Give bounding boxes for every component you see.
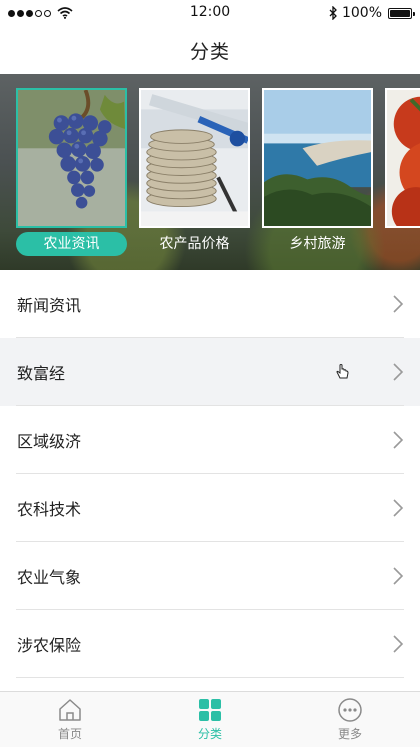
page-title: 分类 bbox=[189, 40, 230, 63]
card-commerce[interactable] bbox=[385, 88, 420, 228]
carousel-cards bbox=[16, 88, 420, 228]
grid-icon bbox=[199, 699, 221, 721]
status-bar: 12:00 100% bbox=[0, 0, 420, 26]
card-rural-tourism[interactable] bbox=[262, 88, 373, 228]
list-item-agri-tech[interactable]: 农科技术 bbox=[0, 474, 420, 542]
list-item-agri-insurance[interactable]: 涉农保险 bbox=[0, 610, 420, 678]
tab-label: 更多 bbox=[337, 727, 362, 741]
list-item-get-rich[interactable]: 致富经 bbox=[0, 338, 420, 406]
coastline-image bbox=[264, 90, 371, 226]
list-item-label: 涉农保险 bbox=[17, 636, 82, 655]
tab-home[interactable]: 首页 bbox=[0, 692, 140, 747]
tab-more[interactable]: 更多 bbox=[280, 692, 420, 747]
nav-bar: 分类 bbox=[0, 26, 420, 74]
category-carousel[interactable]: 农业资讯 农产品价格 乡村旅游 商 bbox=[0, 74, 420, 270]
more-icon bbox=[338, 698, 362, 722]
tab-label: 首页 bbox=[57, 727, 82, 741]
card-label-agri-news[interactable]: 农业资讯 bbox=[16, 232, 127, 256]
battery-percent: 100% bbox=[341, 5, 382, 21]
battery-icon bbox=[388, 7, 415, 19]
status-left bbox=[8, 7, 73, 19]
tab-label: 分类 bbox=[197, 727, 222, 741]
list-item-agri-weather[interactable]: 农业气象 bbox=[0, 542, 420, 610]
card-label-rural-tourism[interactable]: 乡村旅游 bbox=[262, 232, 373, 256]
chevron-right-icon bbox=[393, 363, 404, 381]
grapes-image bbox=[18, 90, 125, 226]
carousel-labels: 农业资讯 农产品价格 乡村旅游 商 bbox=[16, 232, 420, 256]
list-item-label: 农科技术 bbox=[17, 500, 82, 519]
list-item-regional-economy[interactable]: 区域级济 bbox=[0, 406, 420, 474]
chevron-right-icon bbox=[393, 635, 404, 653]
coins-image bbox=[141, 90, 248, 226]
status-right: 100% bbox=[328, 5, 415, 21]
hand-cursor-icon bbox=[336, 364, 349, 379]
chevron-right-icon bbox=[393, 295, 404, 313]
list-item-label: 区域级济 bbox=[17, 432, 82, 451]
chevron-right-icon bbox=[393, 499, 404, 517]
wifi-icon bbox=[57, 7, 73, 19]
card-produce-prices[interactable] bbox=[139, 88, 250, 228]
chevron-right-icon bbox=[393, 567, 404, 585]
bluetooth-icon bbox=[329, 6, 337, 20]
home-icon bbox=[59, 699, 81, 721]
card-agri-news[interactable] bbox=[16, 88, 127, 228]
card-label-commerce[interactable]: 商 bbox=[385, 232, 420, 256]
card-label-produce-prices[interactable]: 农产品价格 bbox=[139, 232, 250, 256]
chevron-right-icon bbox=[393, 431, 404, 449]
list-item-label: 农业气象 bbox=[17, 568, 82, 587]
tab-category[interactable]: 分类 bbox=[140, 692, 280, 747]
tomatoes-image bbox=[387, 90, 420, 226]
list-item-news[interactable]: 新闻资讯 bbox=[0, 270, 420, 338]
signal-dots-icon bbox=[8, 9, 51, 17]
category-list: 新闻资讯 致富经 区域级济 农科技术 农业气象 涉农保险 bbox=[0, 270, 420, 678]
list-item-label: 新闻资讯 bbox=[17, 296, 82, 315]
tab-bar: 首页 分类 更多 bbox=[0, 691, 420, 747]
list-item-label: 致富经 bbox=[17, 364, 66, 383]
